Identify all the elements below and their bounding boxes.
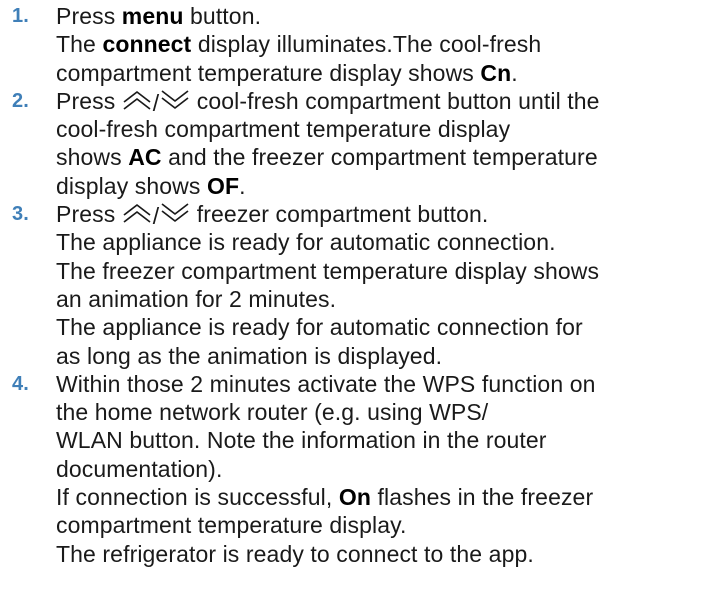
step-4: 4. Within those 2 minutes activate the W… bbox=[0, 370, 704, 568]
step-line: Press menu button. bbox=[56, 2, 690, 30]
chevron-double-up-icon bbox=[123, 204, 151, 223]
up-down-arrows: / bbox=[122, 202, 191, 229]
step-line: The refrigerator is ready to connect to … bbox=[56, 540, 534, 567]
step-line: compartment temperature display shows Cn… bbox=[56, 59, 690, 87]
step-line: The appliance is ready for automatic con… bbox=[56, 314, 583, 341]
step-line: WLAN button. Note the information in the… bbox=[56, 427, 547, 454]
text: . bbox=[239, 172, 246, 199]
text: . bbox=[511, 59, 518, 86]
text: If connection is successful, bbox=[56, 484, 339, 511]
step-line: Within those 2 minutes activate the WPS … bbox=[56, 370, 596, 397]
step-line: documentation). bbox=[56, 455, 223, 482]
step-line: as long as the animation is displayed. bbox=[56, 342, 443, 369]
text: The bbox=[56, 31, 103, 58]
text: freezer compartment button. bbox=[190, 201, 489, 228]
step-line: cool-fresh compartment temperature displ… bbox=[56, 116, 511, 143]
step-1: 1. Press menu button. The connect displa… bbox=[0, 2, 704, 87]
step-line: compartment temperature display. bbox=[56, 512, 407, 539]
step-line: The connect display illuminates.The cool… bbox=[56, 30, 690, 58]
display-code: OF bbox=[206, 172, 240, 199]
display-code: AC bbox=[128, 144, 162, 171]
chevron-double-down-icon bbox=[161, 90, 189, 109]
text: shows bbox=[56, 144, 129, 171]
step-line: The freezer compartment temperature disp… bbox=[56, 257, 600, 284]
instruction-document: 1. Press menu button. The connect displa… bbox=[0, 0, 704, 590]
step-line: shows AC and the freezer compartment tem… bbox=[56, 143, 690, 171]
step-2: 2. Press / cool-fresh compartment button… bbox=[0, 87, 704, 200]
step-3: 3. Press / freezer compartment button. T… bbox=[0, 200, 704, 370]
text: and the freezer compartment temperature bbox=[161, 144, 598, 171]
display-code: On bbox=[338, 484, 372, 511]
text: button. bbox=[183, 3, 262, 29]
connect-display-label: connect bbox=[102, 31, 192, 58]
step-line: Press / freezer compartment button. bbox=[56, 200, 690, 229]
text: Press bbox=[56, 3, 122, 29]
text: Press bbox=[56, 87, 122, 114]
step-number: 2. bbox=[12, 89, 29, 112]
text: display shows bbox=[56, 172, 207, 199]
text: display illuminates.The cool-fresh bbox=[191, 31, 542, 58]
text: compartment temperature display shows bbox=[56, 59, 481, 86]
menu-button-label: menu bbox=[121, 3, 184, 29]
step-line: an animation for 2 minutes. bbox=[56, 285, 337, 312]
slash: / bbox=[152, 89, 160, 116]
step-line: display shows OF. bbox=[56, 172, 690, 200]
step-line: If connection is successful, On flashes … bbox=[56, 483, 690, 511]
step-line: The appliance is ready for automatic con… bbox=[56, 229, 556, 256]
text: Press bbox=[56, 201, 122, 228]
step-number: 4. bbox=[12, 372, 29, 395]
chevron-double-down-icon bbox=[161, 203, 189, 222]
step-line: the home network router (e.g. using WPS/ bbox=[56, 399, 489, 426]
chevron-double-up-icon bbox=[123, 91, 151, 110]
step-line: Press / cool-fresh compartment button un… bbox=[56, 87, 690, 116]
step-number: 3. bbox=[12, 203, 29, 226]
text: flashes in the freezer bbox=[371, 484, 594, 511]
slash: / bbox=[152, 203, 160, 230]
step-number: 1. bbox=[12, 5, 29, 27]
text: cool-fresh compartment button until the bbox=[190, 87, 600, 114]
up-down-arrows: / bbox=[122, 89, 191, 116]
display-code: Cn bbox=[480, 59, 512, 86]
